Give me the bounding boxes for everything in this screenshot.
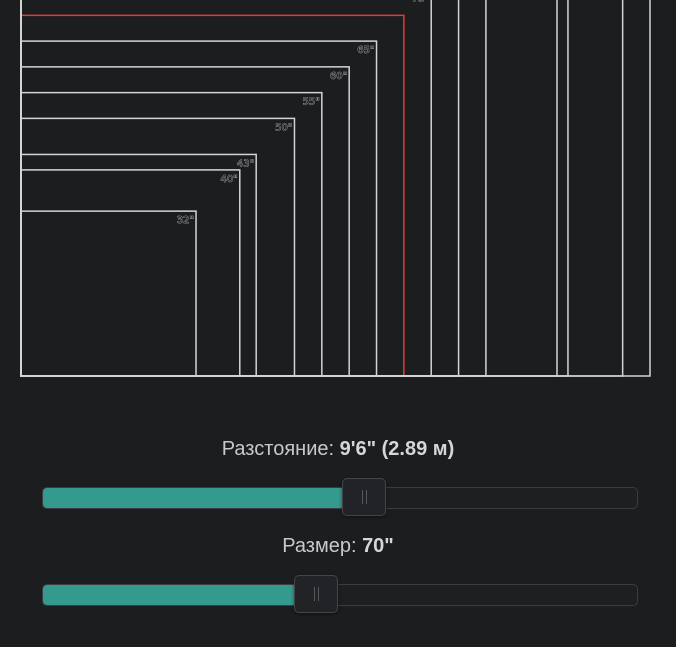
size-slider[interactable] [42, 575, 638, 613]
tv-label-75: 75" [412, 0, 429, 5]
tv-rect-55 [20, 91, 323, 377]
distance-slider-fill [43, 488, 364, 508]
distance-label: Разстояние: [221, 438, 335, 460]
tv-size-calculator: 32"40"43"50"55"60"65"70"75"80"85"98"100"… [0, 0, 676, 647]
tv-rect-98 [20, 0, 558, 377]
tv-label-43: 43" [237, 158, 254, 169]
size-slider-handle[interactable] [294, 575, 339, 613]
tv-outline-43: 43" [20, 153, 257, 377]
tv-rect-115 [20, 0, 651, 377]
distance-value: 9'6" (2.89 м) [339, 438, 455, 460]
tv-outline-50: 50" [20, 117, 296, 377]
tv-rect-50 [20, 117, 296, 377]
size-label: Размер: [282, 535, 357, 557]
tv-rect-75 [20, 0, 432, 377]
tv-label-65: 65" [357, 45, 374, 56]
tv-label-50: 50" [275, 122, 292, 133]
tv-outline-98: 98" [20, 0, 558, 377]
tv-label-60: 60" [330, 71, 347, 82]
tv-outline-55: 55" [20, 91, 323, 377]
tv-rect-70 [20, 14, 405, 377]
tv-rect-85 [20, 0, 487, 377]
distance-slider[interactable] [42, 478, 638, 516]
tv-outline-32: 32" [20, 210, 197, 377]
distance-slider-handle[interactable] [341, 478, 386, 516]
tv-label-40: 40" [220, 174, 237, 185]
tv-size-diagram: 32"40"43"50"55"60"65"70"75"80"85"98"100"… [20, 0, 651, 377]
tv-label-32: 32" [177, 215, 194, 226]
tv-outline-85: 85" [20, 0, 487, 377]
size-value: 70" [362, 535, 394, 557]
distance-label-row: Разстояние: 9'6" (2.89 м) [0, 438, 676, 461]
size-slider-fill [43, 585, 317, 605]
tv-rect-65 [20, 40, 378, 377]
tv-outline-70: 70" [20, 14, 405, 377]
tv-outline-40: 40" [20, 169, 241, 377]
tv-outline-115: 115" [20, 0, 651, 377]
tv-label-70: 70" [385, 19, 402, 30]
tv-outline-75: 75" [20, 0, 432, 377]
tv-label-55: 55" [302, 97, 319, 108]
tv-rect-32 [20, 210, 197, 377]
size-label-row: Размер: 70" [0, 535, 676, 558]
tv-rect-43 [20, 153, 257, 377]
tv-rect-40 [20, 169, 241, 377]
tv-outline-65: 65" [20, 40, 378, 377]
